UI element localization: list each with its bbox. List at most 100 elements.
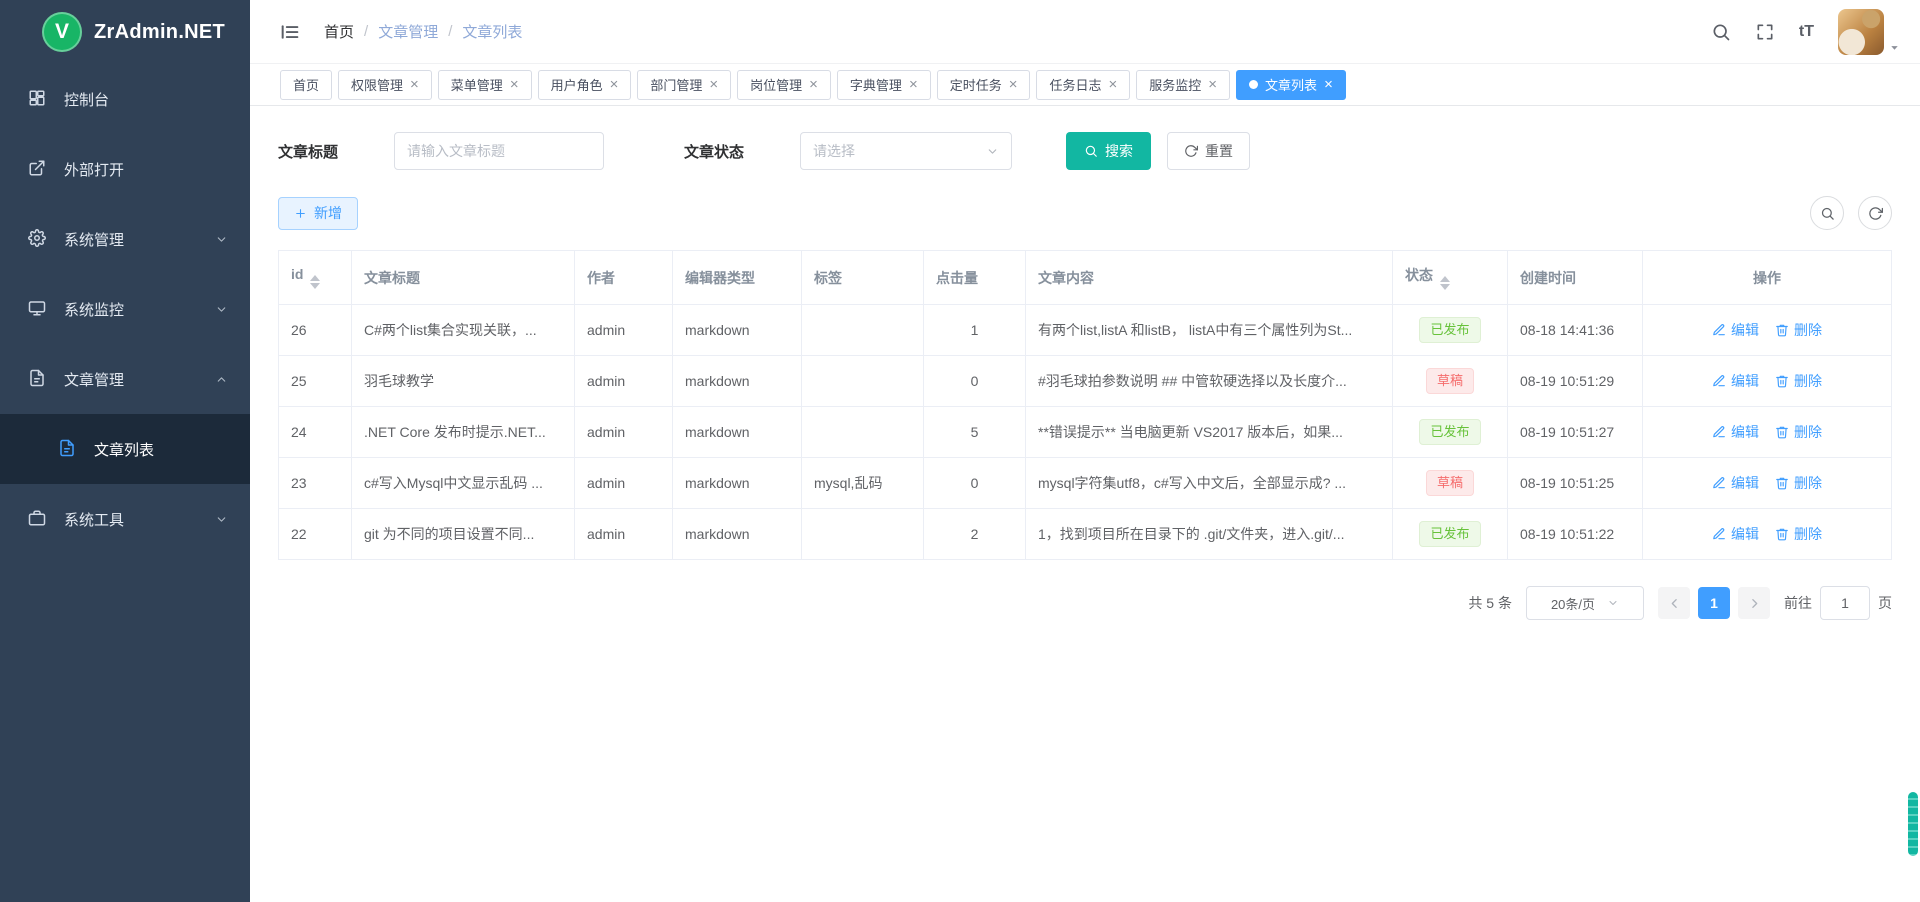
tab-首页[interactable]: 首页 bbox=[280, 70, 332, 100]
status-badge: 已发布 bbox=[1419, 317, 1480, 343]
status-badge: 已发布 bbox=[1419, 419, 1480, 445]
reset-button[interactable]: 重置 bbox=[1167, 132, 1250, 170]
tab-服务监控[interactable]: 服务监控 × bbox=[1136, 70, 1230, 100]
delete-button[interactable]: 删除 bbox=[1775, 473, 1822, 493]
sidebar-item-system-management[interactable]: 系统管理 bbox=[0, 204, 250, 274]
goto-label: 前往 bbox=[1784, 593, 1812, 613]
cell-id: 23 bbox=[279, 458, 352, 509]
delete-button[interactable]: 删除 bbox=[1775, 422, 1822, 442]
breadcrumb-home[interactable]: 首页 bbox=[324, 21, 354, 42]
tab-label: 服务监控 bbox=[1149, 75, 1201, 94]
tab-close-icon[interactable]: × bbox=[1109, 77, 1118, 92]
status-badge: 草稿 bbox=[1426, 470, 1474, 496]
tab-岗位管理[interactable]: 岗位管理× bbox=[737, 70, 831, 100]
main-area: 首页 / 文章管理 / 文章列表 tT bbox=[250, 0, 1920, 902]
sidebar-item-label: 系统管理 bbox=[64, 229, 124, 250]
edit-button[interactable]: 编辑 bbox=[1712, 524, 1759, 544]
custom-scrollbar-thumb[interactable] bbox=[1908, 792, 1918, 856]
tab-close-icon[interactable]: × bbox=[510, 77, 519, 92]
tab-部门管理[interactable]: 部门管理× bbox=[637, 70, 731, 100]
tab-close-icon[interactable]: × bbox=[1324, 77, 1333, 92]
sidebar-item-label: 文章管理 bbox=[64, 369, 124, 390]
column-header-title: 文章标题 bbox=[352, 251, 575, 305]
sidebar-item-system-tools[interactable]: 系统工具 bbox=[0, 484, 250, 554]
tab-菜单管理[interactable]: 菜单管理× bbox=[438, 70, 532, 100]
tab-close-icon[interactable]: × bbox=[709, 77, 718, 92]
cell-status: 草稿 bbox=[1393, 458, 1508, 509]
column-label: id bbox=[291, 266, 303, 282]
delete-button[interactable]: 删除 bbox=[1775, 320, 1822, 340]
caret-down-icon bbox=[1889, 42, 1900, 53]
tab-任务日志[interactable]: 任务日志 × bbox=[1036, 70, 1130, 100]
edit-button[interactable]: 编辑 bbox=[1712, 320, 1759, 340]
delete-icon bbox=[1775, 425, 1789, 439]
sidebar-collapse-icon[interactable] bbox=[280, 22, 300, 42]
tab-close-icon[interactable]: × bbox=[610, 77, 619, 92]
tab-close-icon[interactable]: × bbox=[410, 77, 419, 92]
tab-文章列表[interactable]: 文章列表× bbox=[1236, 70, 1346, 100]
app-logo[interactable]: V ZrAdmin.NET bbox=[0, 0, 250, 64]
add-button-label: 新增 bbox=[314, 203, 342, 223]
delete-label: 删除 bbox=[1794, 524, 1822, 544]
refresh-table-button[interactable] bbox=[1858, 196, 1892, 230]
fullscreen-icon[interactable] bbox=[1755, 22, 1775, 42]
edit-button[interactable]: 编辑 bbox=[1712, 422, 1759, 442]
sidebar-item-article-list[interactable]: 文章列表 bbox=[0, 414, 250, 484]
breadcrumb-separator: / bbox=[364, 23, 368, 40]
edit-button[interactable]: 编辑 bbox=[1712, 473, 1759, 493]
sidebar-item-system-monitor[interactable]: 系统监控 bbox=[0, 274, 250, 344]
search-button[interactable]: 搜索 bbox=[1066, 132, 1151, 170]
cell-tags bbox=[802, 356, 924, 407]
tab-close-icon[interactable]: × bbox=[909, 77, 918, 92]
cell-status: 草稿 bbox=[1393, 356, 1508, 407]
delete-button[interactable]: 删除 bbox=[1775, 524, 1822, 544]
column-header-id[interactable]: id bbox=[279, 251, 352, 305]
table-row: 22git 为不同的项目设置不同...adminmarkdown21，找到项目所… bbox=[279, 509, 1892, 560]
sort-carets-icon[interactable] bbox=[310, 275, 320, 289]
search-icon[interactable] bbox=[1711, 22, 1731, 42]
sidebar-item-article-management[interactable]: 文章管理 bbox=[0, 344, 250, 414]
tab-权限管理[interactable]: 权限管理× bbox=[338, 70, 432, 100]
article-title-label: 文章标题 bbox=[278, 141, 338, 162]
tab-字典管理[interactable]: 字典管理× bbox=[837, 70, 931, 100]
edit-icon bbox=[1712, 323, 1726, 337]
tab-close-icon[interactable]: × bbox=[809, 77, 818, 92]
prev-page-button[interactable] bbox=[1658, 587, 1690, 619]
sort-carets-icon[interactable] bbox=[1440, 276, 1450, 290]
table-row: 24.NET Core 发布时提示.NET...adminmarkdown5**… bbox=[279, 407, 1892, 458]
cell-content: **错误提示** 当电脑更新 VS2017 版本后，如果... bbox=[1026, 407, 1393, 458]
goto-page-input[interactable] bbox=[1820, 586, 1870, 620]
tab-close-icon[interactable]: × bbox=[1009, 77, 1018, 92]
sidebar-item-external-open[interactable]: 外部打开 bbox=[0, 134, 250, 204]
font-size-icon[interactable]: tT bbox=[1799, 23, 1814, 41]
cell-clicks: 5 bbox=[924, 407, 1026, 458]
edit-button[interactable]: 编辑 bbox=[1712, 371, 1759, 391]
external-link-icon bbox=[28, 159, 48, 179]
user-menu[interactable] bbox=[1838, 9, 1900, 55]
edit-icon bbox=[1712, 374, 1726, 388]
breadcrumb-article-management[interactable]: 文章管理 bbox=[378, 21, 438, 42]
tab-close-icon[interactable]: × bbox=[1208, 77, 1217, 92]
toggle-search-button[interactable] bbox=[1810, 196, 1844, 230]
tab-label: 任务日志 bbox=[1049, 75, 1101, 94]
toolbox-icon bbox=[28, 509, 48, 529]
user-avatar[interactable] bbox=[1838, 9, 1884, 55]
sidebar-item-dashboard[interactable]: 控制台 bbox=[0, 64, 250, 134]
tab-定时任务[interactable]: 定时任务× bbox=[937, 70, 1031, 100]
column-header-author: 作者 bbox=[575, 251, 673, 305]
add-button[interactable]: 新增 bbox=[278, 197, 358, 230]
pagination-total: 共 5 条 bbox=[1468, 593, 1512, 613]
tab-用户角色[interactable]: 用户角色× bbox=[538, 70, 632, 100]
cell-id: 24 bbox=[279, 407, 352, 458]
article-status-select[interactable]: 请选择 bbox=[800, 132, 1012, 170]
cell-id: 26 bbox=[279, 305, 352, 356]
delete-icon bbox=[1775, 476, 1789, 490]
page-size-select[interactable]: 20条/页 bbox=[1526, 586, 1644, 620]
article-title-input[interactable] bbox=[394, 132, 604, 170]
delete-button[interactable]: 删除 bbox=[1775, 371, 1822, 391]
page-number-button[interactable]: 1 bbox=[1698, 587, 1730, 619]
next-page-button[interactable] bbox=[1738, 587, 1770, 619]
pagination: 共 5 条 20条/页 1 前往 bbox=[278, 586, 1892, 620]
column-header-status[interactable]: 状态 bbox=[1393, 251, 1508, 305]
reset-button-label: 重置 bbox=[1205, 141, 1233, 161]
